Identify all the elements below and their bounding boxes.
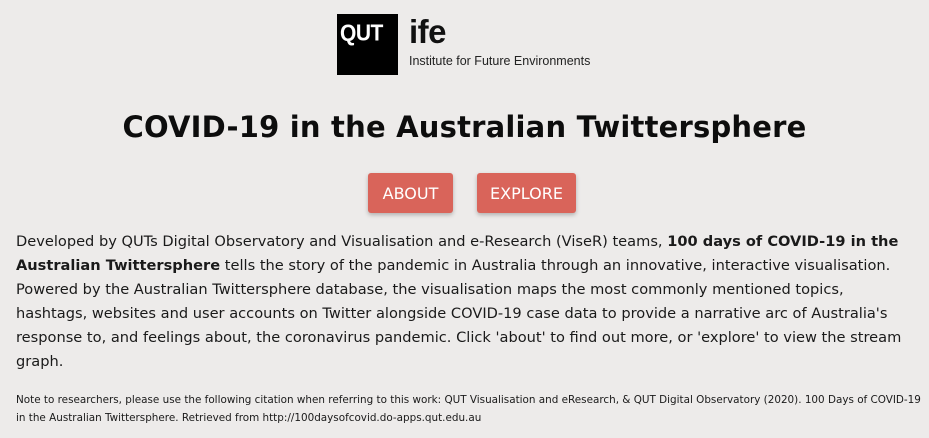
qut-logo-text: QUT: [340, 20, 383, 47]
ife-logo-subtitle: Institute for Future Environments: [409, 54, 591, 68]
about-button[interactable]: ABOUT: [368, 173, 453, 213]
page-title: COVID-19 in the Australian Twittersphere: [122, 110, 807, 144]
qut-ife-logo: QUT ife Institute for Future Environment…: [337, 14, 590, 75]
citation-note: Note to researchers, please use the foll…: [16, 394, 921, 424]
page: QUT ife Institute for Future Environment…: [0, 0, 929, 438]
ife-logo-block: ife Institute for Future Environments: [409, 14, 590, 68]
qut-logo-box: QUT: [337, 14, 398, 75]
ife-logo-text: ife: [409, 13, 447, 50]
description-paragraph: Developed by QUTs Digital Observatory an…: [16, 230, 916, 374]
description-intro: Developed by QUTs Digital Observatory an…: [16, 233, 668, 250]
explore-button[interactable]: EXPLORE: [477, 173, 576, 213]
